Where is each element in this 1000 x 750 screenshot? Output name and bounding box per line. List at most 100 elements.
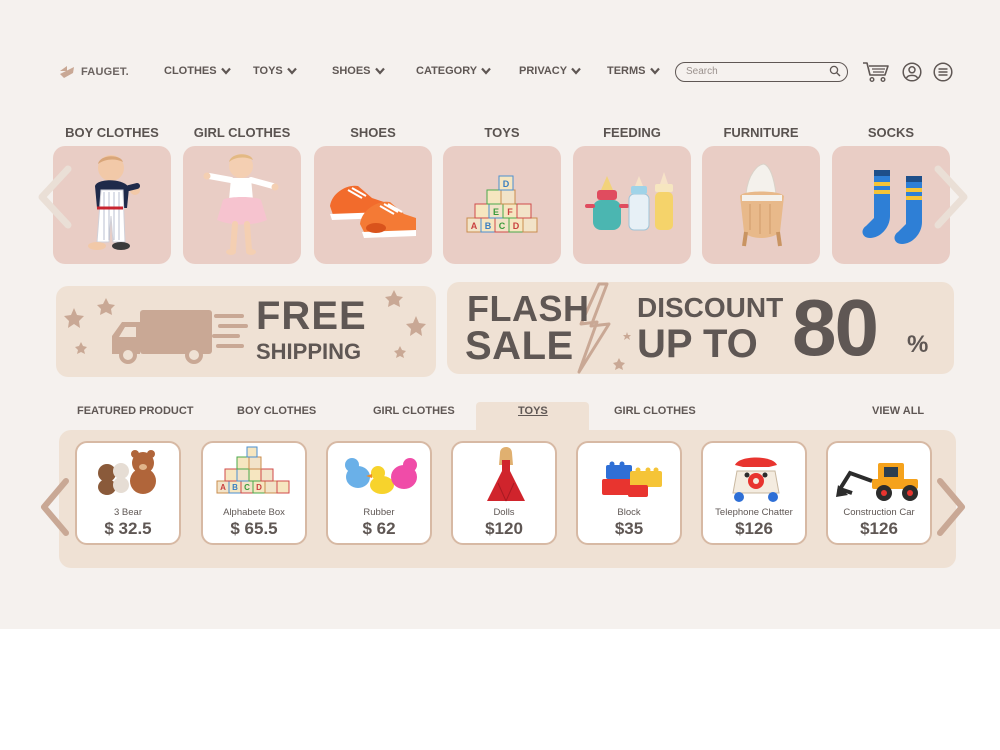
building-blocks-photo-icon xyxy=(602,461,662,497)
nav-clothes[interactable]: CLOTHES xyxy=(164,65,231,77)
product-price: $ 62 xyxy=(362,519,396,538)
tab-boy-clothes[interactable]: BOY CLOTHES xyxy=(237,405,316,417)
tab-toys[interactable]: TOYS xyxy=(518,405,548,417)
bassinet-photo-icon xyxy=(740,163,784,247)
category-label: FEEDING xyxy=(603,125,661,140)
user-icon[interactable] xyxy=(902,62,922,82)
baby-girl-photo-icon xyxy=(203,154,279,255)
nav-terms[interactable]: TERMS xyxy=(607,65,660,77)
product-card-3-bear[interactable]: 3 Bear $ 32.5 xyxy=(75,441,181,545)
category-label: GIRL CLOTHES xyxy=(193,125,291,140)
nav-toys[interactable]: TOYS xyxy=(253,65,297,77)
product-card-block[interactable]: Block $35 xyxy=(576,441,682,545)
nav-category[interactable]: CATEGORY xyxy=(416,65,491,77)
nav-label: TOYS xyxy=(253,65,283,77)
nav-shoes[interactable]: SHOES xyxy=(332,65,385,77)
product-name: Rubber xyxy=(363,507,395,518)
svg-text:D: D xyxy=(513,221,520,231)
category-card-feeding[interactable] xyxy=(573,146,691,264)
brand-logo[interactable]: FAUGET. xyxy=(59,65,129,79)
nav-label: PRIVACY xyxy=(519,65,568,77)
product-price: $ 32.5 xyxy=(104,519,152,538)
chevron-down-icon xyxy=(374,67,385,75)
baby-bottles-photo-icon xyxy=(585,172,673,231)
category-label: FURNITURE xyxy=(723,125,799,140)
teddy-bears-photo-icon xyxy=(98,450,156,495)
chevron-down-icon xyxy=(481,67,491,75)
chevron-down-icon xyxy=(286,67,297,75)
menu-icon[interactable] xyxy=(933,62,953,82)
free-shipping-banner[interactable]: FREE SHIPPING xyxy=(56,286,436,377)
svg-text:A: A xyxy=(471,221,478,231)
category-label: SHOES xyxy=(350,125,396,140)
product-prev-arrow-icon[interactable] xyxy=(38,477,72,537)
product-price: $120 xyxy=(485,519,523,538)
product-card-dolls[interactable]: Dolls $120 xyxy=(451,441,557,545)
storefront-page: FAUGET. CLOTHES TOYS SHOES CATEGORY PRIV… xyxy=(0,0,1000,629)
product-card-rubber[interactable]: Rubber $ 62 xyxy=(326,441,432,545)
nav-label: SHOES xyxy=(332,65,371,77)
category-card-toys[interactable]: A B C D E F D xyxy=(443,146,561,264)
alphabet-blocks-photo-icon: A B C D xyxy=(216,446,290,494)
leaf-logo-icon xyxy=(60,66,74,78)
product-price: $ 65.5 xyxy=(230,519,278,538)
search-icon[interactable] xyxy=(829,65,841,77)
svg-text:D: D xyxy=(256,483,262,492)
product-name: 3 Bear xyxy=(114,507,142,518)
svg-text:D: D xyxy=(503,179,510,189)
category-label: SOCKS xyxy=(867,125,915,140)
alphabet-blocks-photo-icon: A B C D E F D xyxy=(466,175,538,233)
discount-amount: 80 xyxy=(792,283,879,372)
brand-name: FAUGET. xyxy=(81,66,129,78)
category-card-shoes[interactable] xyxy=(314,146,432,264)
construction-car-photo-icon xyxy=(836,463,918,501)
nav-label: CATEGORY xyxy=(416,65,478,77)
tab-featured-product[interactable]: FEATURED PRODUCT xyxy=(77,405,194,417)
tab-view-all[interactable]: VIEW ALL xyxy=(872,405,924,417)
product-name: Block xyxy=(617,507,641,518)
tab-girl-clothes[interactable]: GIRL CLOTHES xyxy=(373,405,455,417)
category-label: TOYS xyxy=(484,125,520,140)
discount-label: DISCOUNT xyxy=(637,292,784,323)
product-card-telephone-chatter[interactable]: Telephone Chatter $126 xyxy=(701,441,807,545)
discount-upto: UP TO xyxy=(637,322,758,366)
svg-text:A: A xyxy=(220,483,226,492)
category-card-furniture[interactable] xyxy=(702,146,820,264)
doll-photo-icon xyxy=(487,447,525,502)
product-price: $35 xyxy=(614,519,644,538)
product-price: $126 xyxy=(735,519,773,538)
free-shipping-subtitle: SHIPPING xyxy=(256,339,362,364)
svg-text:B: B xyxy=(232,483,238,492)
cart-icon[interactable] xyxy=(862,61,890,83)
tab-girl-clothes-2[interactable]: GIRL CLOTHES xyxy=(614,405,696,417)
svg-text:C: C xyxy=(499,221,506,231)
flash-sale-line1: FLASH xyxy=(467,288,590,329)
nav-label: CLOTHES xyxy=(164,65,217,77)
svg-text:C: C xyxy=(244,483,250,492)
product-name: Telephone Chatter xyxy=(715,507,793,518)
category-next-arrow-icon[interactable] xyxy=(932,165,970,229)
chevron-down-icon xyxy=(571,67,581,75)
category-card-girl-clothes[interactable] xyxy=(183,146,301,264)
product-name: Construction Car xyxy=(843,507,915,518)
product-next-arrow-icon[interactable] xyxy=(934,477,968,537)
search-input[interactable] xyxy=(686,64,826,79)
svg-text:E: E xyxy=(493,207,499,217)
toy-telephone-photo-icon xyxy=(732,457,780,502)
product-card-construction-car[interactable]: Construction Car $126 xyxy=(826,441,932,545)
product-name: Dolls xyxy=(493,507,515,518)
discount-percent-sign: % xyxy=(907,331,929,358)
category-label: BOY CLOTHES xyxy=(65,125,159,140)
flash-sale-banner[interactable]: FLASH SALE DISCOUNT UP TO 80 % xyxy=(447,282,954,374)
search-box xyxy=(675,62,848,82)
svg-text:B: B xyxy=(485,221,492,231)
product-price: $126 xyxy=(860,519,898,538)
rubber-toys-photo-icon xyxy=(345,458,417,494)
svg-text:F: F xyxy=(507,207,513,217)
product-card-alphabete-box[interactable]: A B C D Alphabete Box $ 65.5 xyxy=(201,441,307,545)
sneakers-photo-icon xyxy=(330,185,416,238)
product-name: Alphabete Box xyxy=(223,507,285,518)
category-prev-arrow-icon[interactable] xyxy=(36,165,74,229)
flash-sale-line2: SALE xyxy=(465,324,574,368)
nav-privacy[interactable]: PRIVACY xyxy=(519,65,581,77)
